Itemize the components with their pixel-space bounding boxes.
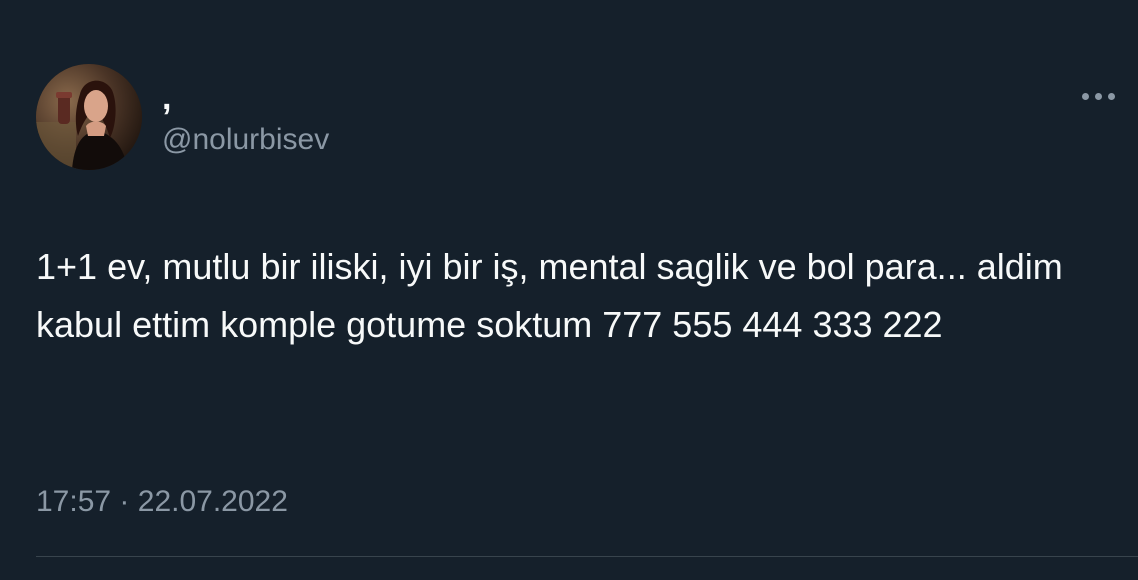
more-dot: [1095, 92, 1102, 100]
tweet-date: 22.07.2022: [137, 485, 288, 518]
tweet-text: 1+1 ev, mutlu bir iliski, iyi bir iş, me…: [36, 246, 1063, 345]
more-dot: [1082, 92, 1089, 100]
meta-separator: ·: [119, 485, 130, 518]
more-options-icon[interactable]: [1082, 84, 1130, 108]
avatar-image: [36, 64, 142, 170]
divider: [36, 556, 1138, 557]
avatar[interactable]: [36, 64, 142, 170]
more-dot: [1108, 92, 1115, 100]
tweet-timestamp[interactable]: 17:57 · 22.07.2022: [36, 484, 288, 520]
tweet-time: 17:57: [36, 485, 112, 518]
tweet: , @nolurbisev 1+1 ev, mutlu bir iliski, …: [0, 0, 1138, 580]
author-handle[interactable]: @nolurbisev: [162, 122, 329, 158]
author-display-name[interactable]: ,: [162, 78, 171, 118]
